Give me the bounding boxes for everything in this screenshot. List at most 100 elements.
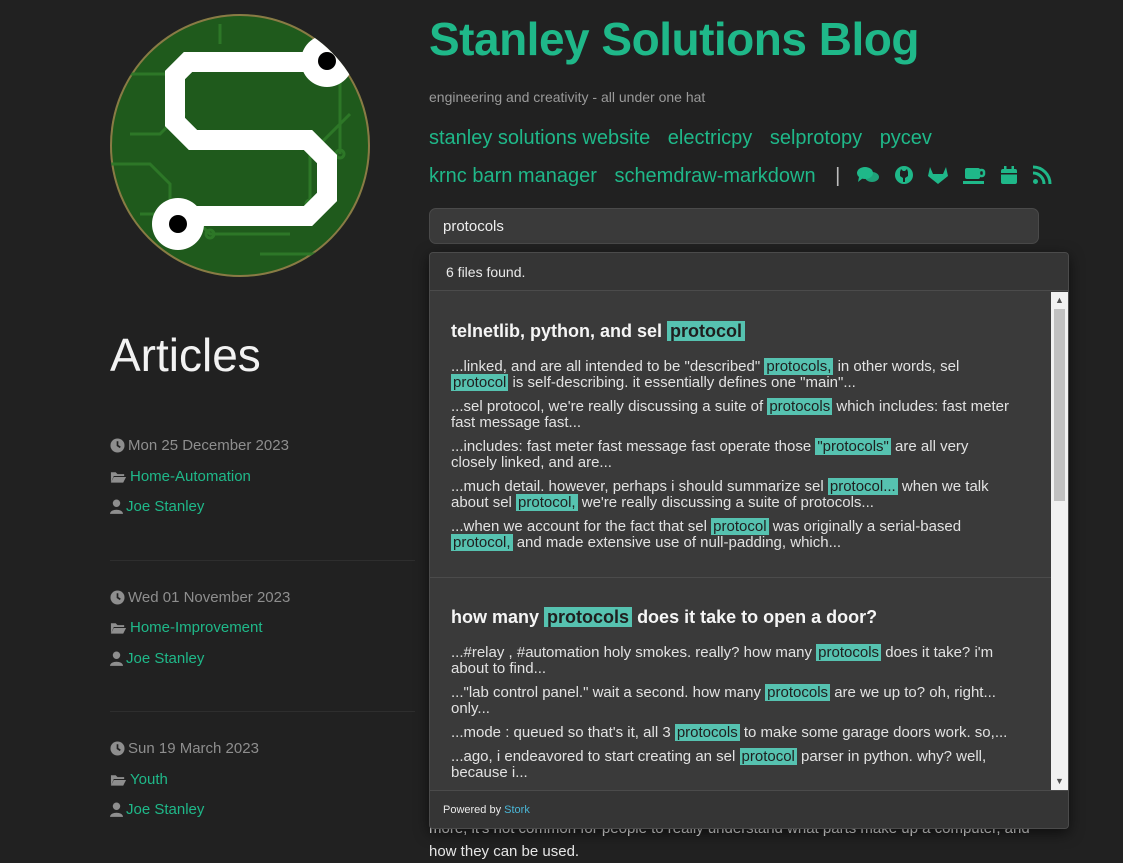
article-date: Wed 01 November 2023 [110,589,290,606]
excerpt-text: ...includes: fast meter fast message fas… [451,438,816,455]
search-term-highlight: protocol, [451,534,513,551]
search-result[interactable]: telnetlib, python, and sel protocol ...li… [430,292,1052,578]
article-author: Joe Stanley [110,801,204,818]
nav-link-schemdraw-markdown[interactable]: schemdraw-markdown [614,165,815,187]
result-title-text: telnetlib, python, and sel [451,321,663,341]
rss-icon[interactable] [1032,165,1052,191]
excerpt-text: is self-describing. it essentially defin… [508,374,856,391]
search-result-excerpt[interactable]: ...when we account for the fact that sel… [451,518,1032,551]
excerpt-text: and made extensive use of null-padding, … [512,534,842,551]
clock-icon [110,590,125,605]
search-term-highlight: protocols [767,398,833,415]
search-term-highlight: protocols, [764,358,834,375]
excerpt-text: which includes: fast meter [832,398,1009,415]
scroll-up-arrow-icon[interactable]: ▲ [1051,292,1068,309]
nav-link-krnc-barn-manager[interactable]: krnc barn manager [429,165,597,187]
nav-row-secondary: krnc barn manager schemdraw-markdown | [429,165,1060,191]
article-divider [110,560,415,561]
excerpt-text: we're really discussing a suite of proto… [577,494,874,511]
excerpt-text: ...linked, and are all intended to be "d… [451,358,765,375]
user-icon [110,651,123,666]
articles-heading: Articles [110,329,261,381]
nav-row-primary: stanley solutions website electricpy sel… [429,127,944,150]
search-result-excerpt[interactable]: ...sel protocol, we're really discussing… [451,398,1032,431]
search-term-highlight: protocol [451,374,509,391]
search-term-highlight: protocols [544,607,633,627]
excerpt-text: are we up to? oh, right... [830,684,996,701]
excerpt-text: was originally a serial-based [768,518,962,535]
search-result-excerpt[interactable]: ...ago, i endeavored to start creating a… [451,748,1032,781]
excerpt-text: about sel [451,494,517,511]
results-list[interactable]: telnetlib, python, and sel protocol ...li… [430,292,1052,790]
calendar-icon[interactable] [1000,165,1018,191]
results-footer: Powered by Stork [430,790,1068,828]
search-result-title[interactable]: how many protocols does it take to open … [451,604,1032,630]
search-term-highlight: protocol... [827,478,898,495]
folder-icon [110,775,127,786]
search-term-highlight: protocols [816,644,882,661]
search-term-highlight: protocol [739,748,797,765]
search-result-excerpt[interactable]: ...much detail. however, perhaps i shoul… [451,478,1032,511]
search-result-excerpt[interactable]: ...linked, and are all intended to be "d… [451,358,1032,391]
article-date-text: Sun 19 March 2023 [128,740,259,757]
search-result-excerpt[interactable]: ...mode : queued so that's it, all 3 pro… [451,724,1032,741]
result-title-text: how many [451,607,540,627]
article-category: Home-Automation [110,468,251,485]
user-icon [110,499,123,514]
article-category-link[interactable]: Youth [130,771,168,788]
folder-icon [110,623,127,634]
article-author-link[interactable]: Joe Stanley [126,801,204,818]
search-term-highlight: "protocols" [815,438,891,455]
article-category-link[interactable]: Home-Improvement [130,619,263,636]
nav-link-stanley-solutions-website[interactable]: stanley solutions website [429,127,650,149]
search-result-title[interactable]: telnetlib, python, and sel protocol [451,318,1032,344]
scrollbar-thumb[interactable] [1054,309,1065,501]
excerpt-text: ...ago, i endeavored to start creating a… [451,748,740,765]
nav-link-pycev[interactable]: pycev [880,127,932,149]
article-author-link[interactable]: Joe Stanley [126,498,204,515]
nav-link-electricpy[interactable]: electricpy [668,127,752,149]
article-category-link[interactable]: Home-Automation [130,468,251,485]
excerpt-text: does it take? i'm [881,644,994,661]
github-icon[interactable] [894,165,914,191]
site-tagline: engineering and creativity - all under o… [429,89,706,105]
nav-link-selprotopy[interactable]: selprotopy [770,127,862,149]
excerpt-text: are all very [890,438,969,455]
nav-separator: | [835,165,841,187]
search-result-excerpt[interactable]: ...#relay , #automation holy smokes. rea… [451,644,1032,677]
search-result[interactable]: how many protocols does it take to open … [430,578,1052,790]
article-date: Mon 25 December 2023 [110,437,289,454]
site-title[interactable]: Stanley Solutions Blog [429,12,919,66]
clock-icon [110,438,125,453]
excerpt-text: ..."lab control panel." wait a second. h… [451,684,766,701]
results-count: 6 files found. [430,253,1068,291]
article-body-text: how they can be used. [429,843,580,860]
search-input[interactable] [429,208,1039,244]
search-term-highlight: protocol [711,518,769,535]
results-scrollbar[interactable]: ▲ ▼ [1051,292,1068,790]
site-logo[interactable] [110,14,370,277]
excerpt-text: ...mode : queued so that's it, all 3 [451,724,675,741]
search-result-excerpt[interactable]: ..."lab control panel." wait a second. h… [451,684,1032,717]
scroll-down-arrow-icon[interactable]: ▼ [1051,773,1068,790]
excerpt-text: ...much detail. however, perhaps i shoul… [451,478,828,495]
article-author: Joe Stanley [110,498,204,515]
search-term-highlight: protocol [667,321,746,341]
article-divider [110,711,415,712]
excerpt-text: when we talk [897,478,989,495]
chat-icon[interactable] [856,165,880,191]
excerpt-text: in other words, sel [833,358,960,375]
excerpt-text: ...#relay , #automation holy smokes. rea… [451,644,817,661]
search-result-excerpt[interactable]: ...includes: fast meter fast message fas… [451,438,1032,471]
coffee-icon[interactable] [962,165,987,191]
gitlab-icon[interactable] [927,165,949,191]
article-author: Joe Stanley [110,650,204,667]
article-date-text: Mon 25 December 2023 [128,437,289,454]
article-category: Youth [110,771,168,788]
article-author-link[interactable]: Joe Stanley [126,650,204,667]
excerpt-text: only... [451,700,490,717]
excerpt-text: ...when we account for the fact that sel [451,518,712,535]
stork-link[interactable]: Stork [504,804,530,816]
search-results-panel: 6 files found. telnetlib, python, and se… [429,252,1069,829]
excerpt-text: to make some garage doors work. so,... [739,724,1008,741]
